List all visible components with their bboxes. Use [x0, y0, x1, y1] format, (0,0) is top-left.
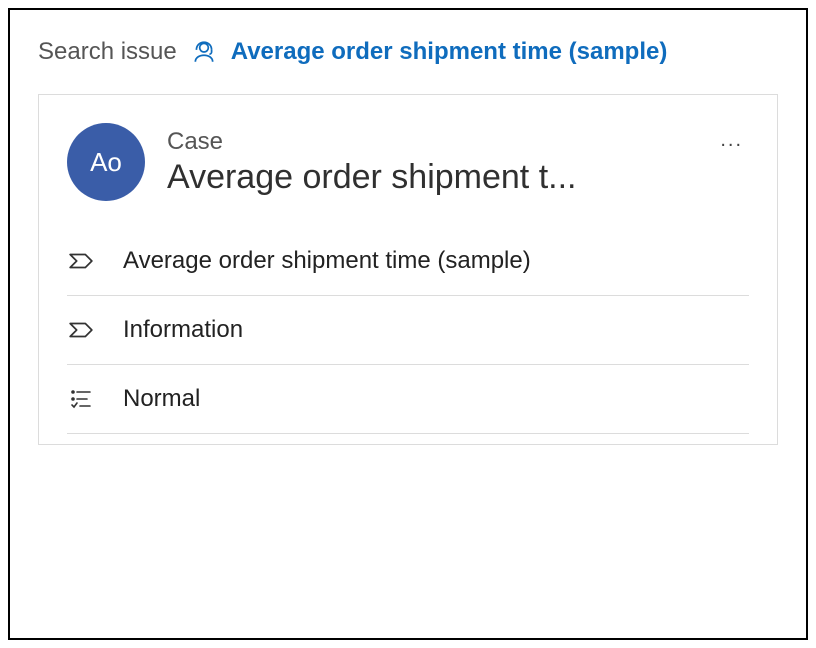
header-text: Case Average order shipment t... — [167, 128, 749, 197]
avatar: Ao — [67, 123, 145, 201]
process-stage-icon — [67, 247, 95, 275]
more-actions-button[interactable]: ... — [720, 129, 743, 152]
priority-value: Normal — [123, 385, 200, 413]
entity-type-label: Case — [167, 128, 749, 156]
customer-headset-icon — [191, 39, 217, 65]
subject-value: Average order shipment time (sample) — [123, 247, 531, 275]
detail-row-form[interactable]: Information — [67, 296, 749, 365]
panel-frame: Search issue Average order shipment time… — [8, 8, 808, 640]
process-stage-icon — [67, 316, 95, 344]
detail-row-subject[interactable]: Average order shipment time (sample) — [67, 227, 749, 296]
card-header: Ao Case Average order shipment t... ... — [67, 123, 749, 201]
breadcrumb: Search issue Average order shipment time… — [38, 38, 778, 66]
breadcrumb-current[interactable]: Average order shipment time (sample) — [231, 38, 668, 66]
case-card: Ao Case Average order shipment t... ... … — [38, 94, 778, 445]
priority-list-icon — [67, 385, 95, 413]
breadcrumb-root[interactable]: Search issue — [38, 38, 177, 66]
form-value: Information — [123, 316, 243, 344]
detail-row-priority[interactable]: Normal — [67, 365, 749, 434]
case-title: Average order shipment t... — [167, 158, 667, 197]
